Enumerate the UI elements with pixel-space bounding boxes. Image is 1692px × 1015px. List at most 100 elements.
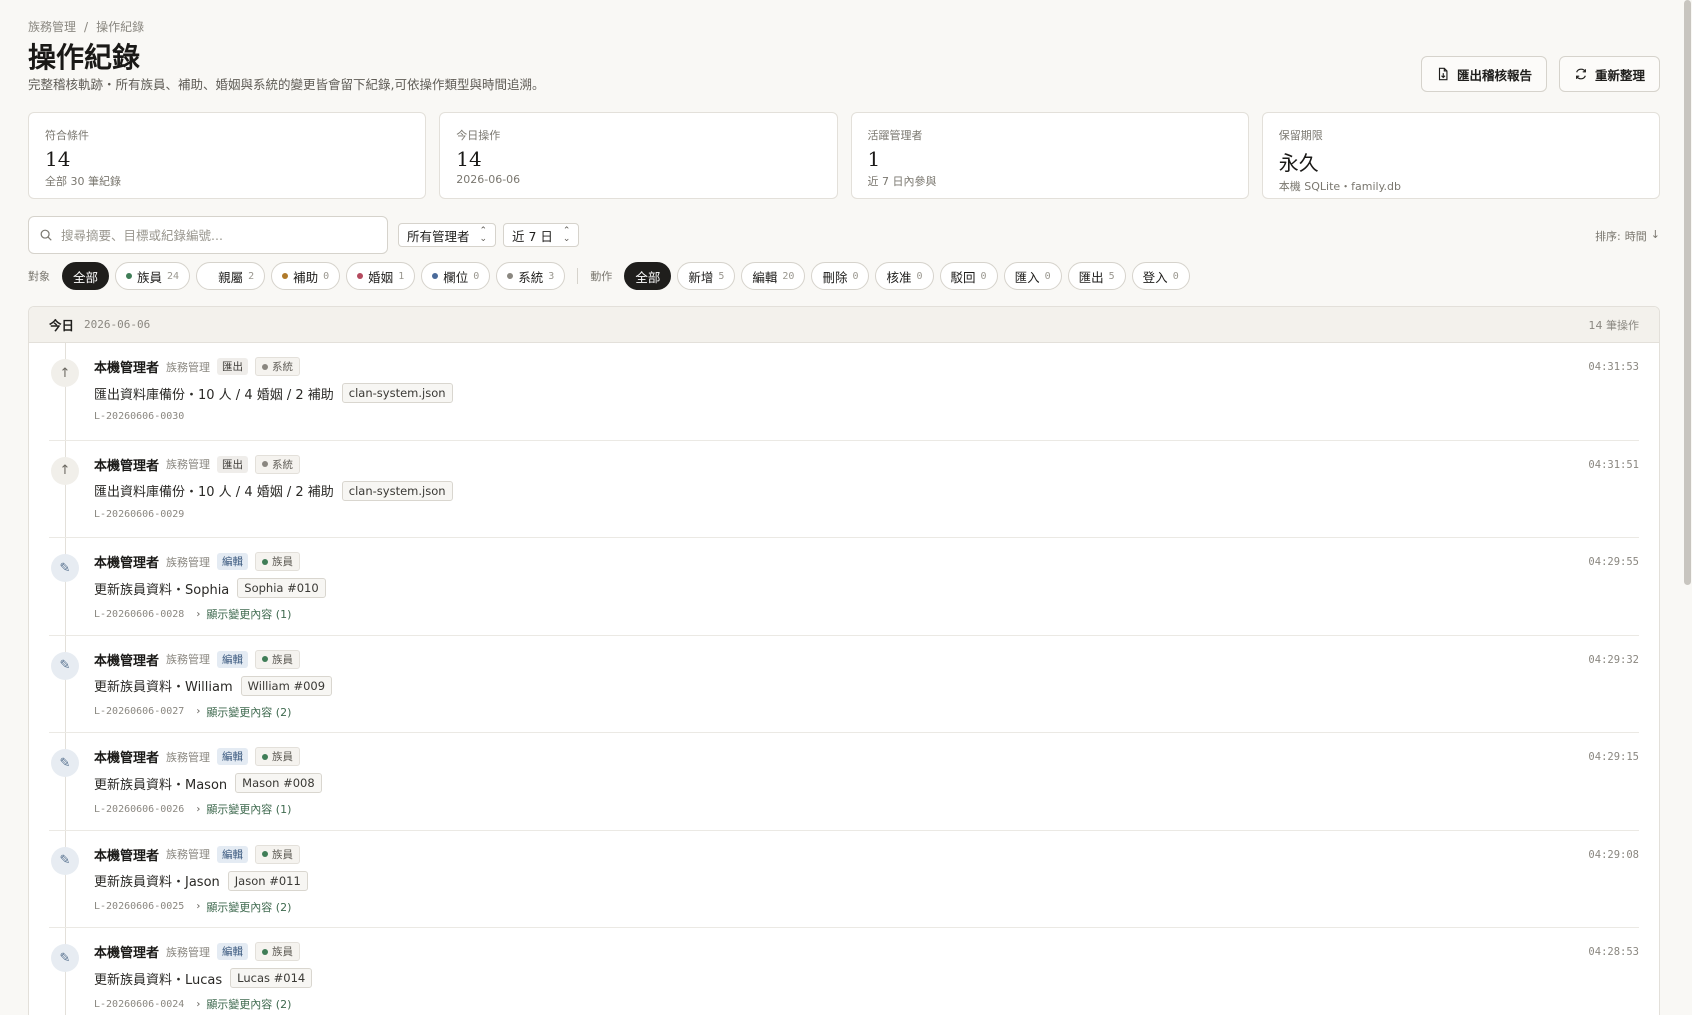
header-actions: 匯出稽核報告 重新整理: [1420, 56, 1660, 92]
range-select[interactable]: 近 7 日 ⌃ ⌄: [503, 223, 580, 247]
entry-summary: 匯出資料庫備份・10 人 / 4 婚姻 / 2 補助: [94, 485, 334, 500]
action-chip-export[interactable]: 匯出 5: [1067, 262, 1126, 290]
log-entry[interactable]: ✎ 本機管理者 族務管理 編輯 族員 更新族員資料・Mason Mason #0…: [49, 733, 1639, 831]
entry-action-tag: 編輯: [217, 650, 249, 668]
entry-time: 04:29:55: [1588, 556, 1639, 568]
chip-label: 匯出: [1078, 269, 1104, 285]
entry-action-icon: ✎: [51, 651, 79, 680]
object-chip-relative[interactable]: 親屬 2: [196, 262, 266, 290]
refresh-button[interactable]: 重新整理: [1558, 56, 1660, 92]
show-diff-toggle[interactable]: › 顯示變更內容 (1): [196, 801, 291, 817]
entry-meta-row: L-20260606-0028 › 顯示變更內容 (1): [94, 606, 1639, 622]
group-header: 今日 2026-06-06 14 筆操作: [29, 307, 1659, 343]
entry-ref-chip[interactable]: clan-system.json: [341, 383, 453, 403]
entry-object-tag: 系統: [255, 454, 301, 474]
chip-count: 0: [473, 270, 480, 282]
object-chip-marriage[interactable]: 婚姻 1: [346, 262, 416, 290]
entry-role: 族務管理: [166, 360, 211, 374]
entry-id: L-20260606-0027: [94, 706, 185, 717]
entry-ref-chip[interactable]: Lucas #014: [230, 968, 313, 988]
refresh-icon: [1576, 68, 1586, 80]
action-chip-all[interactable]: 全部: [624, 262, 672, 290]
show-diff-toggle[interactable]: › 顯示變更內容 (2): [196, 899, 291, 915]
action-chip-reject[interactable]: 駁回 0: [939, 262, 998, 290]
entry-body: 本機管理者 族務管理 編輯 族員 更新族員資料・Jason Jason #011…: [94, 844, 1639, 915]
chip-count: 3: [548, 270, 555, 282]
log-entry[interactable]: ↑ 本機管理者 族務管理 匯出 系統 匯出資料庫備份・10 人 / 4 婚姻 /…: [49, 441, 1639, 538]
action-chip-edit[interactable]: 編輯 20: [741, 262, 806, 290]
page-subtitle: 完整稽核軌跡・所有族員、補助、婚姻與系統的變更皆會留下紀錄,可依操作類型與時間追…: [28, 77, 545, 92]
chip-label: 系統: [518, 269, 544, 285]
admin-select-value: 所有管理者: [407, 228, 470, 244]
entry-ref-chip[interactable]: Sophia #010: [237, 578, 326, 598]
chip-count: 24: [167, 270, 180, 282]
chip-label: 編輯: [752, 269, 778, 285]
entry-ref-chip[interactable]: Mason #008: [235, 773, 322, 793]
entry-object-label: 族員: [272, 848, 294, 861]
group-title: 今日 2026-06-06: [49, 315, 150, 334]
object-chip-all[interactable]: 全部: [62, 262, 110, 290]
entry-summary-row: 更新族員資料・William William #009: [94, 675, 1639, 696]
search-input[interactable]: [61, 227, 377, 243]
action-chip-import[interactable]: 匯入 0: [1003, 262, 1062, 290]
object-chip-system[interactable]: 系統 3: [496, 262, 566, 290]
show-diff-toggle[interactable]: › 顯示變更內容 (2): [196, 996, 291, 1012]
entry-ref-chip[interactable]: Jason #011: [227, 870, 308, 891]
entry-header: 本機管理者 族務管理 匯出 系統: [94, 454, 1639, 474]
entry-ref-chip[interactable]: William #009: [240, 675, 333, 696]
action-filter-label: 動作: [590, 270, 613, 283]
show-diff-label: 顯示變更內容 (2): [206, 998, 292, 1011]
breadcrumb-parent[interactable]: 族務管理: [28, 20, 76, 34]
entry-time: 04:31:51: [1588, 458, 1639, 471]
entry-role: 族務管理: [166, 653, 211, 666]
breadcrumb-separator: /: [84, 20, 89, 34]
chip-label: 補助: [293, 269, 319, 285]
entry-meta-row: L-20260606-0024 › 顯示變更內容 (2): [94, 996, 1639, 1012]
log-entry[interactable]: ✎ 本機管理者 族務管理 編輯 族員 更新族員資料・Jason Jason #0…: [49, 831, 1639, 928]
admin-select[interactable]: 所有管理者 ⌃ ⌄: [398, 223, 497, 247]
show-diff-label: 顯示變更內容 (1): [206, 608, 292, 621]
entry-object-label: 族員: [272, 751, 294, 763]
search-box[interactable]: [28, 216, 388, 254]
refresh-label: 重新整理: [1594, 68, 1645, 83]
entry-summary-row: 更新族員資料・Mason Mason #008: [94, 773, 1639, 793]
entry-action-icon: ✎: [51, 944, 79, 972]
log-entry[interactable]: ✎ 本機管理者 族務管理 編輯 族員 更新族員資料・William Willia…: [49, 636, 1639, 733]
sort-control[interactable]: 排序: 時間 ↓: [1595, 228, 1660, 244]
action-chip-create[interactable]: 新增 5: [677, 262, 736, 290]
chip-label: 全部: [73, 269, 99, 285]
log-entry[interactable]: ✎ 本機管理者 族務管理 編輯 族員 更新族員資料・Sophia Sophia …: [49, 538, 1639, 636]
entry-actor: 本機管理者: [94, 946, 160, 961]
show-diff-toggle[interactable]: › 顯示變更內容 (2): [196, 704, 291, 720]
action-chip-approve[interactable]: 核准 0: [875, 262, 934, 290]
entry-ref-chip[interactable]: clan-system.json: [341, 480, 453, 501]
log-entry[interactable]: ✎ 本機管理者 族務管理 編輯 族員 更新族員資料・Lucas Lucas #0…: [49, 928, 1639, 1015]
entry-time: 04:29:08: [1588, 848, 1639, 861]
object-chip-subsidy[interactable]: 補助 0: [271, 262, 341, 290]
export-report-label: 匯出稽核報告: [1456, 68, 1532, 83]
chip-label: 親屬: [218, 269, 244, 285]
entry-id: L-20260606-0024: [94, 998, 185, 1010]
chip-label: 駁回: [950, 269, 976, 285]
log-entry[interactable]: ↑ 本機管理者 族務管理 匯出 系統 匯出資料庫備份・10 人 / 4 婚姻 /…: [49, 343, 1639, 441]
page-scrollbar[interactable]: [1682, 0, 1692, 1015]
action-chip-delete[interactable]: 刪除 0: [811, 262, 870, 290]
show-diff-toggle[interactable]: › 顯示變更內容 (1): [196, 606, 291, 622]
entry-header: 本機管理者 族務管理 編輯 族員: [94, 942, 1639, 961]
stat-label: 今日操作: [456, 129, 501, 142]
group-count: 14 筆操作: [1588, 318, 1640, 332]
entry-body: 本機管理者 族務管理 編輯 族員 更新族員資料・Mason Mason #008…: [94, 747, 1639, 817]
export-report-button[interactable]: 匯出稽核報告: [1420, 56, 1547, 92]
filter-divider: [577, 268, 579, 284]
breadcrumb: 族務管理 / 操作紀錄: [28, 18, 144, 35]
action-chip-login[interactable]: 登入 0: [1131, 262, 1190, 290]
stat-hint: 2026-06-06: [456, 173, 521, 186]
object-chip-field[interactable]: 欄位 0: [421, 262, 491, 290]
chip-count: 0: [916, 270, 923, 282]
entry-body: 本機管理者 族務管理 編輯 族員 更新族員資料・William William …: [94, 649, 1639, 720]
object-chip-member[interactable]: 族員 24: [115, 262, 191, 290]
entry-meta-row: L-20260606-0030 ›: [94, 411, 1639, 422]
scrollbar-thumb[interactable]: [1684, 0, 1691, 585]
chip-label: 核准: [886, 269, 912, 285]
entry-meta-row: L-20260606-0025 › 顯示變更內容 (2): [94, 899, 1639, 915]
